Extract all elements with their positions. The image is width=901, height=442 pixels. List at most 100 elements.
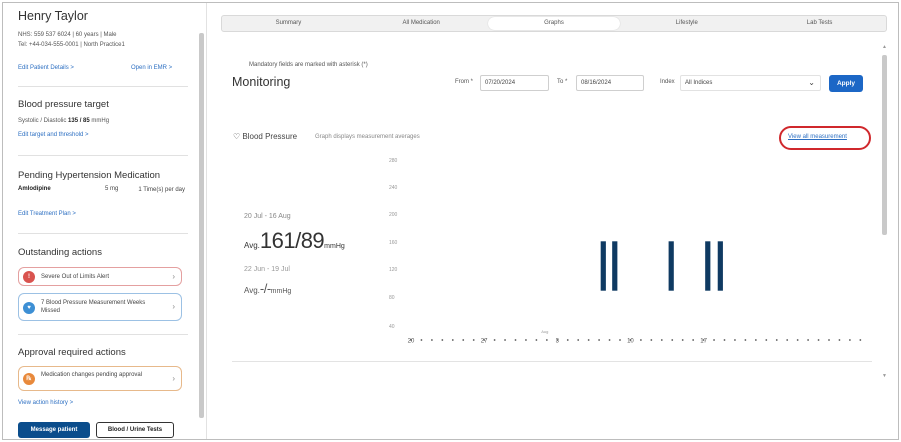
alert-action-card[interactable]: ! Severe Out of Limits Alert › bbox=[18, 267, 182, 286]
edit-target-link[interactable]: Edit target and threshold > bbox=[18, 132, 89, 138]
x-tick-dot bbox=[744, 339, 747, 341]
patient-meta: NHS: 559 537 6024 | 60 years | Male Tel:… bbox=[18, 30, 125, 50]
y-tick-label: 160 bbox=[389, 240, 398, 246]
bp-range-bar bbox=[612, 241, 618, 291]
x-tick-dot bbox=[650, 339, 653, 341]
orange-med-icon: ℞ bbox=[23, 373, 35, 385]
x-tick-dot bbox=[493, 339, 496, 341]
y-tick-label: 80 bbox=[389, 295, 395, 301]
x-tick-label: 17 bbox=[700, 339, 707, 345]
x-tick-dot bbox=[807, 339, 809, 341]
bp-range-bar bbox=[717, 241, 723, 291]
x-tick-dot bbox=[765, 339, 768, 341]
bp-range-bar bbox=[668, 241, 674, 291]
average-unit: mmHg bbox=[270, 288, 292, 295]
x-tick-dot bbox=[817, 339, 820, 341]
tab-graphs[interactable]: Graphs bbox=[487, 17, 621, 30]
bp-section-note: Graph displays measurement averages bbox=[315, 134, 420, 140]
highlight-annotation bbox=[779, 126, 871, 150]
chevron-right-icon: › bbox=[172, 272, 175, 281]
average-previous: Avg.-/-mmHg bbox=[244, 281, 291, 296]
app-frame: Henry Taylor NHS: 559 537 6024 | 60 year… bbox=[2, 2, 899, 440]
monitoring-title: Monitoring bbox=[232, 75, 291, 89]
x-tick-dot bbox=[786, 339, 789, 341]
x-tick-dot bbox=[431, 339, 433, 341]
y-tick-label: 120 bbox=[389, 267, 398, 273]
divider bbox=[18, 155, 188, 156]
x-tick-dot bbox=[640, 339, 642, 341]
y-tick-label: 240 bbox=[389, 185, 398, 191]
open-in-emr-link[interactable]: Open in EMR > bbox=[131, 65, 172, 71]
average-prefix: Avg. bbox=[244, 241, 260, 250]
patient-sidebar: Henry Taylor NHS: 559 537 6024 | 60 year… bbox=[3, 3, 207, 439]
view-action-history-link[interactable]: View action history > bbox=[18, 400, 73, 406]
bp-range-bar bbox=[600, 241, 606, 291]
sidebar-scrollbar[interactable] bbox=[199, 33, 204, 418]
y-tick-label: 40 bbox=[389, 324, 395, 330]
from-date-input[interactable]: 07/20/2024 bbox=[480, 75, 549, 91]
x-tick-dot bbox=[796, 339, 799, 341]
x-tick-dot bbox=[598, 339, 600, 341]
bp-target-value: 135 / 85 bbox=[68, 118, 90, 124]
bp-range-bar bbox=[705, 241, 711, 291]
patient-name: Henry Taylor bbox=[18, 9, 88, 23]
action-text: Severe Out of Limits Alert bbox=[41, 274, 110, 280]
edit-treatment-plan-link[interactable]: Edit Treatment Plan > bbox=[18, 211, 76, 217]
x-tick-label: 10 bbox=[627, 339, 634, 345]
main-scrollbar[interactable] bbox=[882, 55, 887, 235]
outstanding-title: Outstanding actions bbox=[18, 247, 102, 258]
bp-section-title: Blood Pressure bbox=[242, 132, 298, 141]
x-tick-dot bbox=[660, 339, 663, 341]
average-unit: mmHg bbox=[324, 243, 345, 250]
x-tick-label: 27 bbox=[481, 339, 488, 345]
patient-meta-line2: Tel: +44-034-555-0001 | North Practice1 bbox=[18, 42, 125, 48]
pending-med-title: Pending Hypertension Medication bbox=[18, 170, 161, 181]
med-dose: 5 mg bbox=[105, 186, 119, 192]
bp-target-title: Blood pressure target bbox=[18, 99, 109, 110]
bp-target-line: Systolic / Diastolic 135 / 85 mmHg bbox=[18, 118, 109, 124]
tab-lifestyle[interactable]: Lifestyle bbox=[620, 16, 753, 31]
average-value: 161/89 bbox=[259, 228, 325, 253]
edit-patient-details-link[interactable]: Edit Patient Details > bbox=[18, 65, 74, 71]
approval-action-card[interactable]: ℞ Medication changes pending approval › bbox=[18, 366, 182, 391]
to-date-input[interactable]: 08/16/2024 bbox=[576, 75, 644, 91]
average-prefix: Avg. bbox=[244, 286, 260, 295]
index-select[interactable]: All Indices ⌄ bbox=[680, 75, 821, 91]
chevron-right-icon: › bbox=[172, 374, 175, 383]
action-text: 7 Blood Pressure Measurement Weeks Misse… bbox=[41, 300, 146, 314]
x-tick-dot bbox=[420, 339, 423, 341]
x-tick-label: 20 bbox=[408, 339, 415, 345]
chevron-right-icon: › bbox=[172, 302, 175, 311]
average-current: Avg.161/89mmHg bbox=[244, 228, 345, 254]
divider bbox=[18, 334, 188, 335]
x-tick-dot bbox=[754, 339, 757, 341]
x-month-label: Aug bbox=[541, 329, 548, 334]
tab-lab-tests[interactable]: Lab Tests bbox=[753, 16, 886, 31]
bp-section-header: ♡ Blood Pressure bbox=[233, 132, 297, 141]
divider bbox=[232, 361, 872, 362]
index-select-value: All Indices bbox=[685, 80, 713, 86]
scroll-up-icon[interactable]: ▲ bbox=[882, 44, 887, 50]
apply-button[interactable]: Apply bbox=[829, 75, 863, 92]
x-tick-dot bbox=[692, 339, 695, 341]
tab-bar: Summary All Medication Graphs Lifestyle … bbox=[221, 15, 887, 32]
med-frequency: 1 Time(s) per day bbox=[138, 187, 185, 193]
tab-summary[interactable]: Summary bbox=[222, 16, 355, 31]
x-tick-dot bbox=[671, 339, 674, 341]
y-tick-label: 200 bbox=[389, 212, 398, 218]
scroll-down-icon[interactable]: ▼ bbox=[882, 373, 887, 379]
bp-target-label: Systolic / Diastolic bbox=[18, 118, 67, 124]
missed-measurement-card[interactable]: ♥ 7 Blood Pressure Measurement Weeks Mis… bbox=[18, 293, 182, 321]
x-tick-dot bbox=[734, 339, 736, 341]
x-tick-dot bbox=[849, 339, 851, 341]
x-tick-dot bbox=[577, 339, 580, 341]
x-tick-dot bbox=[713, 339, 715, 341]
x-tick-dot bbox=[472, 339, 475, 341]
divider bbox=[18, 86, 188, 87]
blood-urine-tests-button[interactable]: Blood / Urine Tests bbox=[96, 422, 174, 438]
message-patient-button[interactable]: Message patient bbox=[18, 422, 90, 438]
x-tick-label: 3 bbox=[556, 339, 560, 345]
tab-all-medication[interactable]: All Medication bbox=[355, 16, 488, 31]
med-name: Amlodipine bbox=[18, 186, 51, 192]
x-tick-dot bbox=[462, 339, 465, 341]
